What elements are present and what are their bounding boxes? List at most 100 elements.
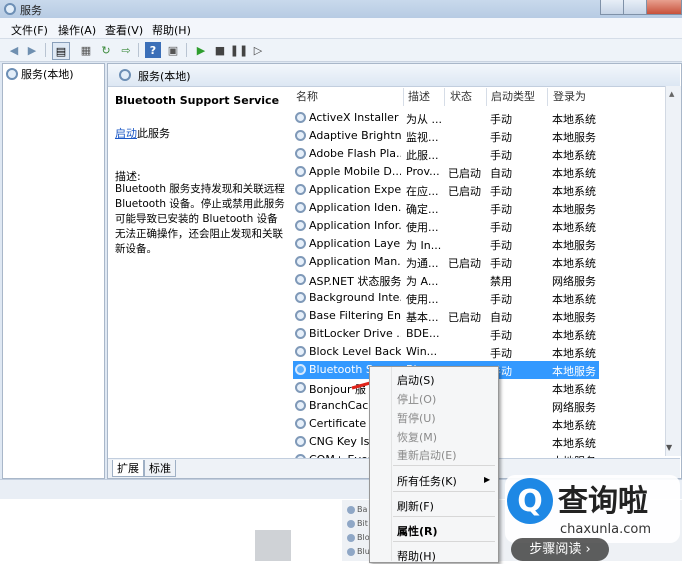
toolbar-divider [138,43,139,57]
cell-startup: 手动 [490,347,512,360]
context-menu-pause[interactable]: 暂停(U) [397,410,436,426]
cell-startup: 手动 [490,131,512,144]
menu-file[interactable]: 文件(F) [11,22,48,38]
console-tree [2,63,105,479]
cell-desc: 此服... [406,149,439,162]
service-gear-icon [295,202,306,213]
column-header-name[interactable]: 名称 [296,88,318,106]
column-divider[interactable] [547,88,548,106]
menu-help[interactable]: 帮助(H) [152,22,191,38]
scroll-up-icon[interactable]: ▲ [669,90,674,98]
properties-icon[interactable]: ▦ [78,42,94,58]
cell-logon: 本地服务 [552,239,596,252]
cell-name: BitLocker Drive ... [309,327,401,340]
background-graphic [255,530,291,561]
cell-startup: 禁用 [490,275,512,288]
context-menu-resume[interactable]: 恢复(M) [397,429,437,445]
scroll-down-icon[interactable]: ▼ [666,443,672,452]
menu-action[interactable]: 操作(A) [58,22,96,38]
table-row[interactable]: Application Man... 为通... 已启动 手动 本地系统 [293,253,599,271]
help-icon[interactable]: ? [145,42,161,58]
table-row[interactable]: Application Iden... 确定... 手动 本地服务 [293,199,599,217]
column-header-startup-type[interactable]: 启动类型 [491,88,535,106]
table-row[interactable]: Block Level Back... Win... 手动 本地系统 [293,343,599,361]
steps-reading-label: 步骤阅读 [529,542,582,557]
context-menu-separator [393,491,495,492]
cell-startup: 手动 [490,221,512,234]
cell-logon: 本地系统 [552,329,596,342]
column-header-description[interactable]: 描述 [408,88,430,106]
cell-startup: 手动 [490,239,512,252]
start-service-icon[interactable]: ▶ [193,42,209,58]
context-menu-refresh[interactable]: 刷新(F) [397,498,434,514]
cell-name: Adobe Flash Pla... [309,147,401,160]
context-menu-restart[interactable]: 重新启动(E) [397,447,457,463]
table-row[interactable]: ASP.NET 状态服务为 A... 禁用 网络服务 [293,271,599,289]
cell-status: 已启动 [448,311,481,324]
cell-logon: 本地系统 [552,257,596,270]
close-button[interactable] [646,0,682,15]
tab-standard[interactable]: 标准 [144,460,176,477]
cell-name: Application Expe... [309,183,401,196]
table-row[interactable]: Application Expe... 在应... 已启动手动 本地系统 [293,181,599,199]
column-header-status[interactable]: 状态 [450,88,472,106]
steps-reading-button[interactable]: 步骤阅读 › [511,538,609,561]
pause-service-icon[interactable]: ❚❚ [230,42,248,58]
panel-header [108,64,680,87]
table-row[interactable]: Apple Mobile D... Prov... 已启动 自动 本地系统 [293,163,599,181]
context-menu-help[interactable]: 帮助(H) [397,548,436,564]
cell-desc: BDE... [406,327,440,340]
cell-logon: 网络服务 [552,275,596,288]
column-header-logon-as[interactable]: 登录为 [553,88,586,106]
service-gear-icon [295,256,306,267]
tab-extended[interactable]: 扩展 [112,460,144,477]
restart-service-icon[interactable]: ▷ [250,42,266,58]
cell-logon: 本地系统 [552,221,596,234]
cell-logon: 本地系统 [552,167,596,180]
description-text: Bluetooth 服务支持发现和关联远程 Bluetooth 设备。停止或禁用… [115,183,285,255]
maximize-button[interactable] [623,0,647,15]
table-row[interactable]: Application Infor... 使用... 手动 本地系统 [293,217,599,235]
service-gear-icon [295,166,306,177]
brand-logo-icon: Q [507,478,553,524]
column-divider[interactable] [444,88,445,106]
table-row[interactable]: ActiveX Installer ... 为从 ... 手动 本地系统 [293,109,599,127]
table-row[interactable]: Adaptive Brightn... 监视... 手动 本地服务 [293,127,599,145]
watermark-brand: 查询啦 [558,484,648,519]
cell-startup: 手动 [490,293,512,306]
export-icon[interactable]: ⇨ [118,42,134,58]
context-menu-start[interactable]: 启动(S) [397,372,435,388]
stop-service-icon[interactable]: ■ [212,42,228,58]
vertical-scrollbar[interactable] [665,86,681,456]
forward-icon[interactable]: ▶ [24,42,40,58]
minimize-button[interactable] [600,0,624,15]
table-row[interactable]: Background Inte... 使用... 手动 本地系统 [293,289,599,307]
submenu-arrow-icon: ▶ [484,475,491,484]
cell-logon: 本地系统 [552,383,596,396]
column-divider[interactable] [486,88,487,106]
context-menu-all-tasks[interactable]: 所有任务(K) [397,473,457,489]
cell-logon: 本地服务 [552,311,596,324]
tree-item-label: 服务(本地) [21,68,74,81]
table-row[interactable]: Adobe Flash Pla... 此服... 手动 本地系统 [293,145,599,163]
cell-startup: 手动 [490,329,512,342]
cell-desc: 为 A... [406,275,439,288]
cell-status: 已启动 [448,185,481,198]
context-menu-separator [393,516,495,517]
refresh-icon[interactable]: ↻ [98,42,114,58]
table-row[interactable]: Base Filtering En... 基本... 已启动自动 本地服务 [293,307,599,325]
console-tree-icon[interactable]: ▤ [52,42,70,60]
menu-view[interactable]: 查看(V) [105,22,143,38]
back-icon[interactable]: ◀ [6,42,22,58]
table-row[interactable]: BitLocker Drive ... BDE... 手动 本地系统 [293,325,599,343]
table-row[interactable]: Application Laye... 为 In... 手动 本地服务 [293,235,599,253]
cell-status: 已启动 [448,167,481,180]
context-menu-stop[interactable]: 停止(O) [397,391,436,407]
service-gear-icon [295,274,306,285]
column-divider[interactable] [403,88,404,106]
context-menu-properties[interactable]: 属性(R) [397,523,438,539]
tree-item-services-local[interactable]: 服务(本地) [6,66,74,82]
show-hide-icon[interactable]: ▣ [165,42,181,58]
start-service-link[interactable]: 启动 [115,127,137,140]
context-menu-gutter [391,367,392,561]
